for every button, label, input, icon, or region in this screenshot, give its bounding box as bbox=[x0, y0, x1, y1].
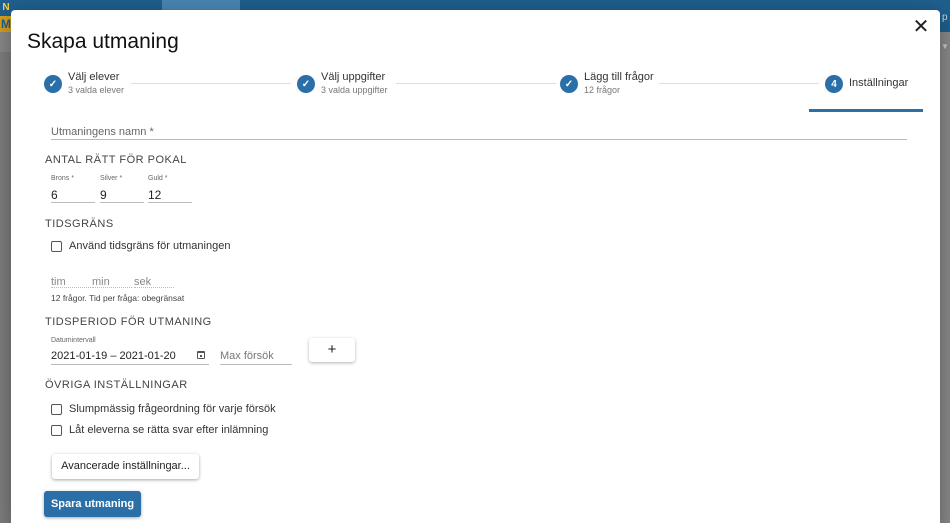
check-icon: ✓ bbox=[44, 75, 62, 93]
step-label: Lägg till frågor bbox=[584, 71, 654, 83]
step-select-students[interactable]: ✓ Välj elever 3 valda elever bbox=[44, 72, 124, 95]
show-answers-checkbox[interactable] bbox=[51, 424, 62, 436]
section-trophy: ANTAL RÄTT FÖR POKAL bbox=[45, 154, 187, 166]
show-answers-label: Låt eleverna se rätta svar efter inlämni… bbox=[69, 424, 269, 436]
create-challenge-dialog: ✕ Skapa utmaning ✓ Välj elever 3 valda e… bbox=[11, 10, 940, 523]
step-number: 4 bbox=[825, 75, 843, 93]
hours-input[interactable]: tim bbox=[51, 272, 91, 288]
section-period: TIDSPERIOD FÖR UTMANING bbox=[45, 316, 212, 328]
seconds-placeholder: sek bbox=[134, 276, 152, 288]
save-challenge-button[interactable]: Spara utmaning bbox=[44, 491, 141, 517]
gold-label: Guld * bbox=[148, 175, 168, 182]
date-range-value: 2021-01-19 – 2021-01-20 bbox=[51, 350, 176, 362]
stepper-connector bbox=[659, 83, 819, 84]
use-time-limit-label: Använd tidsgräns för utmaningen bbox=[69, 240, 231, 252]
silver-label: Silver * bbox=[100, 175, 123, 182]
use-time-limit-row[interactable]: Använd tidsgräns för utmaningen bbox=[51, 240, 230, 252]
challenge-name-input[interactable]: Utmaningens namn * bbox=[51, 122, 907, 140]
silver-input[interactable]: Silver * 9 bbox=[100, 175, 144, 203]
close-icon[interactable]: ✕ bbox=[910, 16, 932, 38]
show-answers-row[interactable]: Låt eleverna se rätta svar efter inlämni… bbox=[51, 424, 268, 436]
step-sub: 12 frågor bbox=[584, 85, 621, 95]
date-range-label: Datumintervall bbox=[51, 337, 96, 344]
random-order-label: Slumpmässig frågeordning för varje försö… bbox=[69, 403, 276, 415]
use-time-limit-checkbox[interactable] bbox=[51, 240, 62, 252]
step-add-questions[interactable]: ✓ Lägg till frågor 12 frågor bbox=[560, 72, 654, 95]
app-topbar-tab bbox=[162, 0, 240, 10]
active-step-indicator bbox=[809, 109, 923, 112]
challenge-name-placeholder: Utmaningens namn * bbox=[51, 126, 154, 138]
backdrop-right-edge bbox=[940, 32, 950, 523]
stepper: ✓ Välj elever 3 valda elever ✓ Välj uppg… bbox=[11, 72, 940, 112]
step-sub: 3 valda uppgifter bbox=[321, 85, 388, 95]
step-label: Välj elever bbox=[68, 71, 120, 83]
step-sub: 3 valda elever bbox=[68, 85, 125, 95]
gold-input[interactable]: Guld * 12 bbox=[148, 175, 192, 203]
random-order-checkbox[interactable] bbox=[51, 403, 62, 415]
check-icon: ✓ bbox=[560, 75, 578, 93]
gold-value: 12 bbox=[148, 188, 162, 202]
step-label: Välj uppgifter bbox=[321, 71, 386, 83]
step-select-tasks[interactable]: ✓ Välj uppgifter 3 valda uppgifter bbox=[297, 72, 388, 95]
bronze-label: Brons * bbox=[51, 175, 74, 182]
minutes-placeholder: min bbox=[92, 276, 110, 288]
max-attempts-input[interactable]: Max försök bbox=[220, 346, 292, 365]
dialog-title: Skapa utmaning bbox=[27, 30, 179, 53]
bronze-input[interactable]: Brons * 6 bbox=[51, 175, 95, 203]
add-period-button[interactable]: + bbox=[309, 338, 355, 362]
advanced-settings-button[interactable]: Avancerade inställningar... bbox=[52, 454, 199, 479]
time-info: 12 frågor. Tid per fråga: obegränsat bbox=[51, 293, 185, 303]
check-icon: ✓ bbox=[297, 75, 315, 93]
calendar-icon[interactable] bbox=[197, 351, 205, 359]
step-settings[interactable]: 4 Inställningar bbox=[825, 72, 908, 93]
section-other: ÖVRIGA INSTÄLLNINGAR bbox=[45, 379, 188, 391]
bronze-value: 6 bbox=[51, 188, 58, 202]
step-label: Inställningar bbox=[849, 77, 909, 89]
seconds-input[interactable]: sek bbox=[134, 272, 174, 288]
chevron-down-icon: ▼ bbox=[941, 42, 949, 51]
silver-value: 9 bbox=[100, 188, 107, 202]
hours-placeholder: tim bbox=[51, 276, 66, 288]
stepper-connector bbox=[396, 83, 556, 84]
random-order-row[interactable]: Slumpmässig frågeordning för varje försö… bbox=[51, 403, 276, 415]
stepper-connector bbox=[131, 83, 291, 84]
section-time-limit: TIDSGRÄNS bbox=[45, 218, 114, 230]
minutes-input[interactable]: min bbox=[92, 272, 132, 288]
backdrop-edge-letter: p bbox=[942, 12, 948, 23]
date-range-input[interactable]: Datumintervall 2021-01-19 – 2021-01-20 bbox=[51, 337, 209, 365]
max-attempts-placeholder: Max försök bbox=[220, 350, 274, 362]
